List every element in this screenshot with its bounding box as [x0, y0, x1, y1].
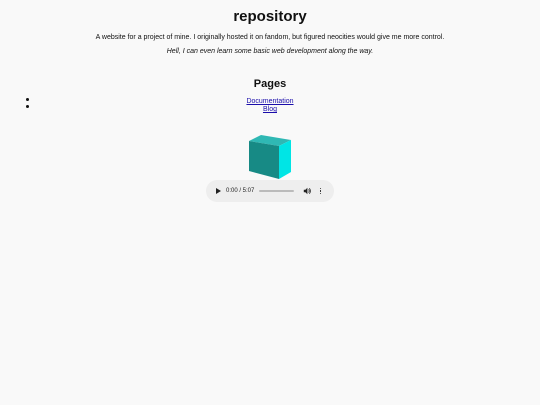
audio-seek-bar[interactable] — [259, 190, 295, 192]
audio-time: 0:00 / 5:07 — [226, 188, 255, 194]
cube-side-face — [279, 140, 291, 179]
intro-italic-text: Hell, I can even learn some basic web de… — [166, 48, 374, 55]
cube-icon — [249, 135, 291, 179]
more-options-icon[interactable] — [318, 187, 322, 195]
audio-player[interactable]: 0:00 / 5:07 — [206, 180, 334, 202]
volume-icon[interactable] — [303, 187, 312, 195]
page-title: repository — [233, 8, 307, 25]
play-icon[interactable] — [216, 188, 221, 194]
pages-heading: Pages — [253, 78, 287, 90]
blog-link[interactable]: Blog — [0, 106, 540, 114]
pages-links: Documentation Blog — [0, 98, 540, 114]
intro-text: A website for a project of mine. I origi… — [95, 34, 445, 41]
cube-front-face — [249, 141, 279, 179]
page: repository A website for a project of mi… — [0, 0, 540, 405]
documentation-link[interactable]: Documentation — [0, 98, 540, 106]
